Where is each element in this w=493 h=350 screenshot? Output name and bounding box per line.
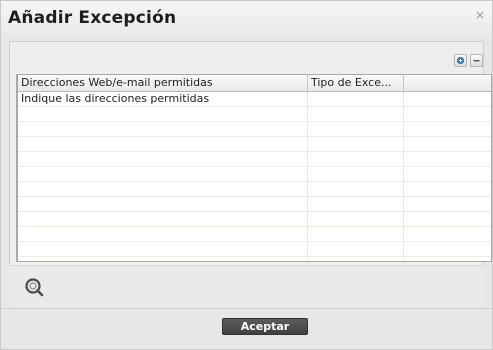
add-exception-dialog: Añadir Excepción × Direcciones Web/e-mai…	[0, 0, 493, 350]
table-cell[interactable]	[18, 107, 308, 121]
table-cell[interactable]	[404, 257, 491, 261]
table-cell[interactable]	[308, 242, 404, 256]
table-row[interactable]	[18, 137, 491, 152]
table-cell[interactable]	[404, 137, 491, 151]
table-cell[interactable]	[308, 212, 404, 226]
table-row[interactable]	[18, 167, 491, 182]
table-cell[interactable]	[18, 122, 308, 136]
table-cell[interactable]	[18, 197, 308, 211]
table-cell[interactable]	[18, 167, 308, 181]
table-cell[interactable]: Indique las direcciones permitidas	[18, 92, 308, 106]
table-cell[interactable]	[404, 122, 491, 136]
table-cell[interactable]	[18, 152, 308, 166]
table-row[interactable]	[18, 242, 491, 257]
table-cell[interactable]	[308, 257, 404, 261]
table-cell[interactable]	[18, 227, 308, 241]
table-cell[interactable]	[404, 167, 491, 181]
accept-button[interactable]: Aceptar	[222, 318, 308, 335]
table-cell[interactable]	[404, 182, 491, 196]
table-row[interactable]	[18, 182, 491, 197]
table-cell[interactable]	[18, 137, 308, 151]
table-body: Indique las direcciones permitidas	[18, 92, 491, 261]
table-cell[interactable]	[308, 167, 404, 181]
table-row[interactable]	[18, 122, 491, 137]
table-row[interactable]	[18, 107, 491, 122]
table-cell[interactable]	[404, 197, 491, 211]
table-row[interactable]	[18, 197, 491, 212]
table-header: Direcciones Web/e-mail permitidas Tipo d…	[18, 75, 491, 92]
table-cell[interactable]	[308, 107, 404, 121]
remove-row-button[interactable]	[470, 54, 483, 67]
plus-icon	[456, 56, 465, 65]
table-cell[interactable]	[404, 107, 491, 121]
column-header-extra[interactable]	[404, 75, 491, 91]
footer-divider	[1, 308, 492, 309]
table-row[interactable]	[18, 212, 491, 227]
table-cell[interactable]	[308, 227, 404, 241]
table-cell[interactable]	[308, 92, 404, 106]
minus-icon	[473, 60, 480, 62]
table-cell[interactable]	[308, 182, 404, 196]
dialog-titlebar: Añadir Excepción ×	[1, 1, 492, 38]
table-cell[interactable]	[404, 212, 491, 226]
panel-footer	[9, 265, 484, 307]
table-cell[interactable]	[18, 257, 308, 261]
table-cell[interactable]	[404, 227, 491, 241]
allowed-addresses-table: Direcciones Web/e-mail permitidas Tipo d…	[16, 74, 492, 262]
column-header-addresses[interactable]: Direcciones Web/e-mail permitidas	[18, 75, 308, 91]
dialog-title: Añadir Excepción	[8, 8, 177, 28]
table-cell[interactable]	[308, 152, 404, 166]
table-cell[interactable]	[404, 92, 491, 106]
table-cell[interactable]	[18, 242, 308, 256]
table-row[interactable]: Indique las direcciones permitidas	[18, 92, 491, 107]
table-row[interactable]	[18, 227, 491, 242]
table-row[interactable]	[18, 257, 491, 261]
table-cell[interactable]	[308, 197, 404, 211]
close-icon[interactable]: ×	[474, 9, 486, 21]
grid-toolbar	[10, 42, 483, 72]
help-magnifier-icon[interactable]	[23, 276, 45, 298]
table-cell[interactable]	[404, 242, 491, 256]
table-cell[interactable]	[308, 137, 404, 151]
table-cell[interactable]	[18, 212, 308, 226]
table-row[interactable]	[18, 152, 491, 167]
table-cell[interactable]	[404, 152, 491, 166]
table-cell[interactable]	[18, 182, 308, 196]
add-row-button[interactable]	[454, 54, 467, 67]
column-header-exception-type[interactable]: Tipo de Exce...	[308, 75, 404, 91]
table-cell[interactable]	[308, 122, 404, 136]
